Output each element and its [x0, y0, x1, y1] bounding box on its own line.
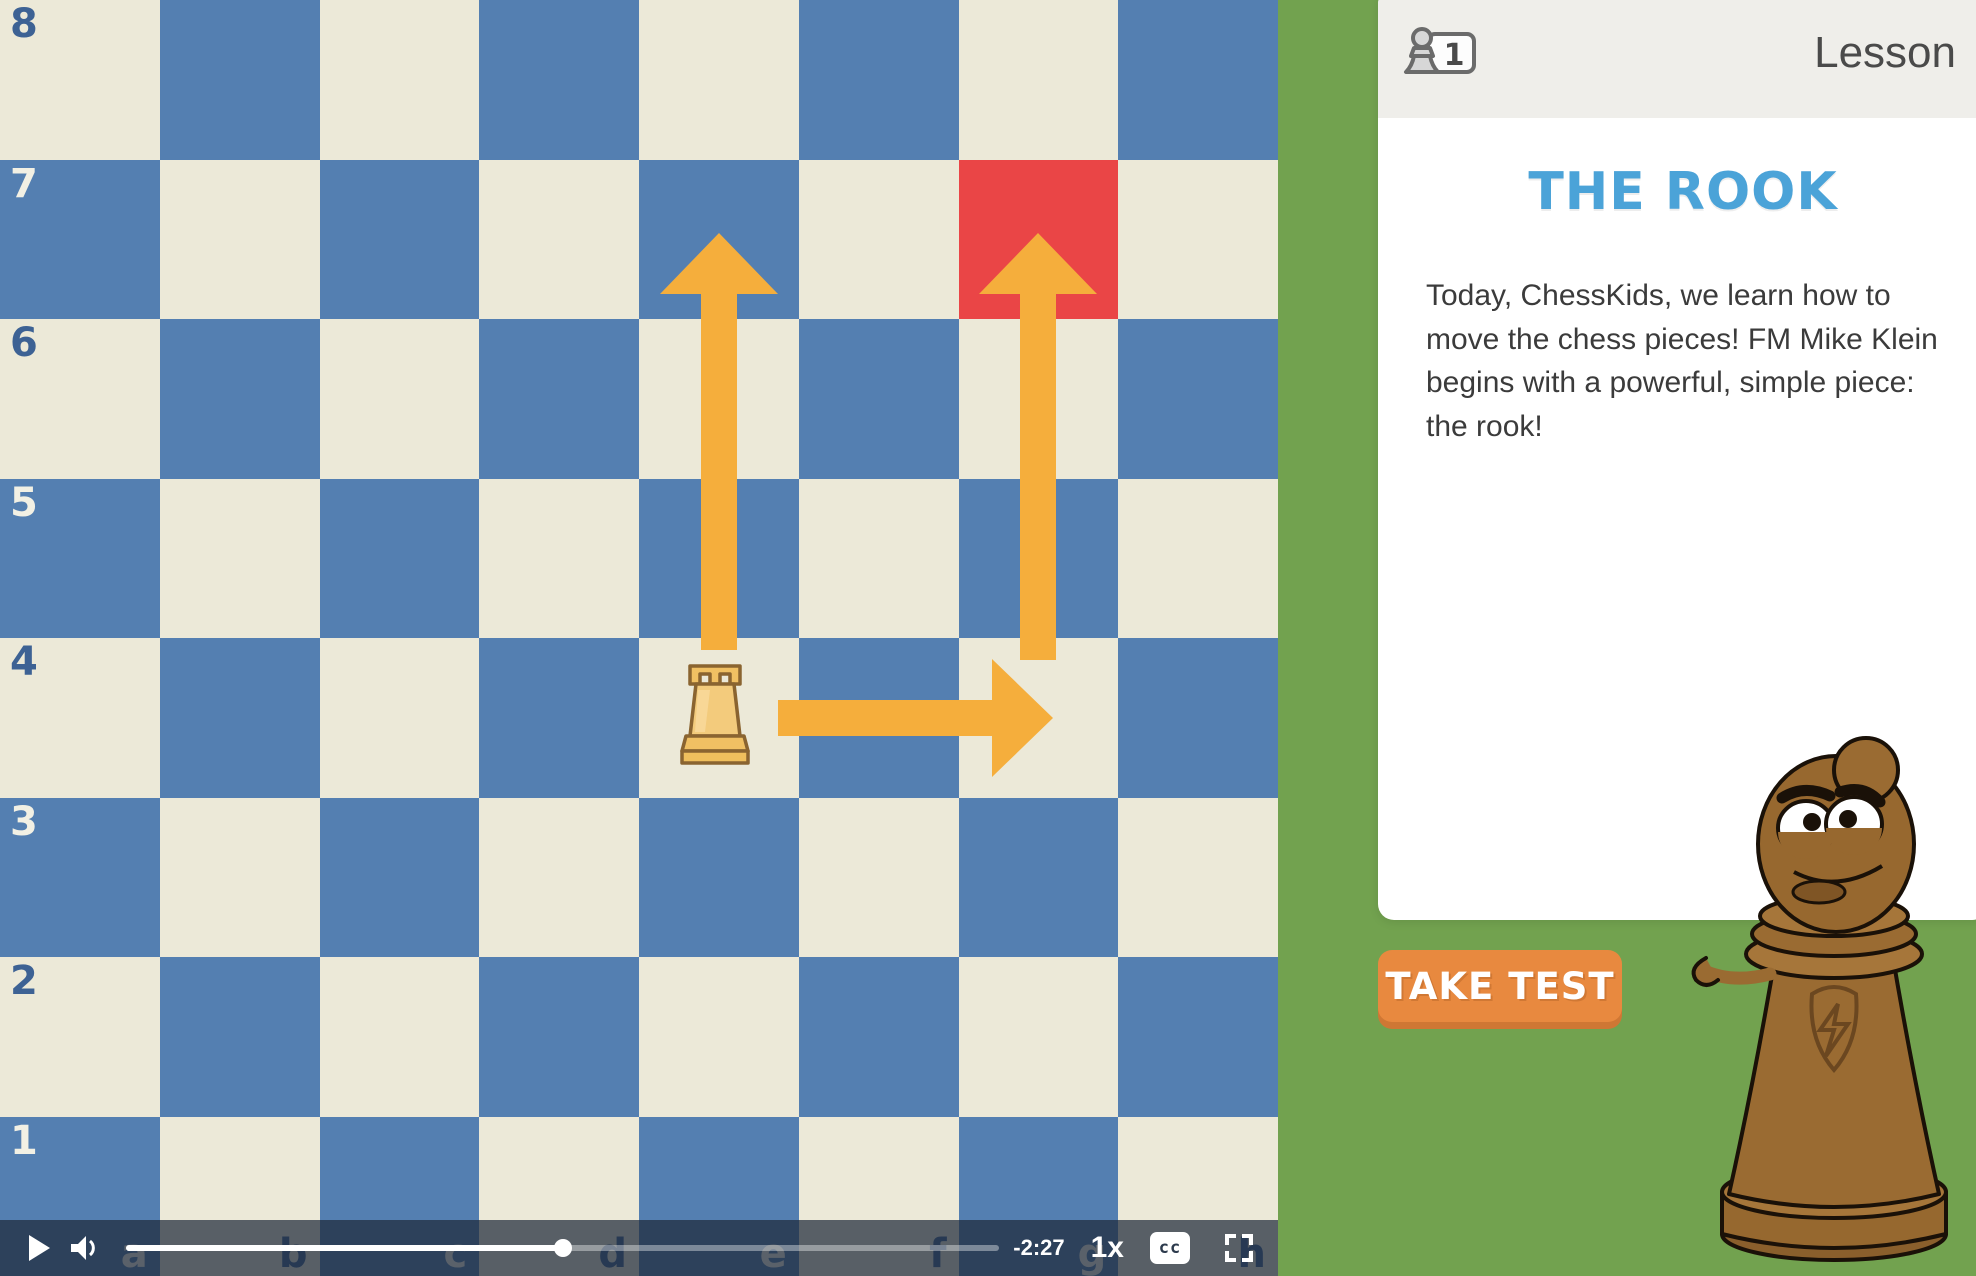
board-square-g6[interactable] [958, 319, 1119, 479]
rank-label-1: 1 [10, 1117, 38, 1164]
white-rook-piece[interactable] [665, 650, 765, 770]
board-square-d3[interactable] [479, 797, 639, 957]
take-test-label: Take Test [1385, 964, 1615, 1008]
play-icon [29, 1235, 50, 1261]
board-square-e2[interactable] [639, 957, 799, 1117]
board-square-b5[interactable] [159, 478, 320, 638]
board-square-a3[interactable]: 3 [0, 797, 160, 957]
rank-label-4: 4 [10, 639, 38, 685]
board-square-c4[interactable] [319, 638, 480, 798]
board-square-d6[interactable] [479, 319, 639, 479]
rank-label-7: 7 [10, 160, 38, 207]
progress-fill [126, 1245, 563, 1251]
lesson-title: The Rook [1528, 162, 1838, 222]
board-square-h6[interactable] [1118, 319, 1278, 479]
board-square-d8[interactable] [479, 0, 639, 160]
board-square-c2[interactable] [319, 957, 480, 1117]
lesson-description: Today, ChessKids, we learn how to move t… [1426, 279, 1938, 443]
board-square-e3[interactable] [639, 797, 799, 957]
chess-board[interactable]: 87654321abcdefgh [0, 0, 1278, 1276]
board-square-d4[interactable] [479, 638, 639, 798]
board-square-g5[interactable] [958, 478, 1119, 638]
board-square-f4[interactable] [798, 638, 959, 798]
board-square-b7[interactable] [159, 159, 320, 319]
lesson-card-header: 1 Lesson [1378, 0, 1976, 118]
board-square-h2[interactable] [1118, 957, 1278, 1117]
board-square-a8[interactable]: 8 [0, 0, 160, 160]
board-square-c6[interactable] [319, 319, 480, 479]
progress-handle[interactable] [553, 1239, 572, 1257]
video-control-bar[interactable]: -2:27 1x cc [0, 1220, 1278, 1276]
fullscreen-button[interactable] [1216, 1225, 1262, 1271]
board-square-e8[interactable] [639, 0, 799, 160]
board-square-g2[interactable] [958, 957, 1119, 1117]
rank-label-8: 8 [10, 1, 38, 47]
lesson-badge-number: 1 [1444, 38, 1465, 73]
board-square-d5[interactable] [479, 478, 639, 638]
rank-label-3: 3 [10, 798, 38, 845]
board-square-a7[interactable]: 7 [0, 159, 160, 319]
board-square-b2[interactable] [159, 957, 320, 1117]
volume-icon [71, 1236, 95, 1260]
board-square-d7[interactable] [479, 159, 639, 319]
board-square-a6[interactable]: 6 [0, 319, 160, 479]
board-square-c7[interactable] [319, 159, 480, 319]
board-square-h5[interactable] [1118, 478, 1278, 638]
board-square-a2[interactable]: 2 [0, 957, 160, 1117]
rank-label-5: 5 [10, 479, 38, 526]
playback-speed-button[interactable]: 1x [1091, 1231, 1124, 1265]
board-square-f8[interactable] [798, 0, 959, 160]
rank-label-2: 2 [10, 958, 38, 1004]
board-square-e5[interactable] [639, 478, 799, 638]
board-square-h4[interactable] [1118, 638, 1278, 798]
board-square-b3[interactable] [159, 797, 320, 957]
board-square-b4[interactable] [159, 638, 320, 798]
board-square-d2[interactable] [479, 957, 639, 1117]
board-square-c8[interactable] [319, 0, 480, 160]
board-square-h8[interactable] [1118, 0, 1278, 160]
rank-label-6: 6 [10, 320, 38, 366]
board-square-f5[interactable] [798, 478, 959, 638]
board-square-g7[interactable] [958, 159, 1119, 319]
lesson-number-badge-icon: 1 [1404, 27, 1476, 74]
lesson-sidebar: 1 Lesson The Rook Today, ChessKids, we l… [1278, 0, 1976, 1276]
chess-pawn-mascot [1691, 736, 1948, 1262]
board-square-b6[interactable] [159, 319, 320, 479]
board-square-a5[interactable]: 5 [0, 478, 160, 638]
board-square-g3[interactable] [958, 797, 1119, 957]
board-square-c5[interactable] [319, 478, 480, 638]
board-square-e6[interactable] [639, 319, 799, 479]
volume-button[interactable] [62, 1225, 108, 1271]
board-square-a4[interactable]: 4 [0, 638, 160, 798]
cc-label: cc [1158, 1238, 1182, 1258]
closed-captions-button[interactable]: cc [1150, 1232, 1190, 1264]
video-progress-slider[interactable] [126, 1225, 1000, 1271]
board-square-h3[interactable] [1118, 797, 1278, 957]
board-square-g4[interactable] [958, 638, 1119, 798]
board-square-f2[interactable] [798, 957, 959, 1117]
board-square-b8[interactable] [159, 0, 320, 160]
lesson-card-header-title: Lesson [1814, 28, 1956, 77]
lesson-card-body: The Rook Today, ChessKids, we learn how … [1378, 118, 1976, 448]
fullscreen-icon [1225, 1234, 1253, 1262]
time-remaining-label: -2:27 [1013, 1235, 1065, 1260]
board-square-f7[interactable] [798, 159, 959, 319]
board-square-e7[interactable] [639, 159, 799, 319]
board-square-f6[interactable] [798, 319, 959, 479]
play-button[interactable] [16, 1225, 62, 1271]
chess-lesson-screen: 87654321abcdefgh [0, 0, 1976, 1276]
take-test-button[interactable]: Take Test [1378, 950, 1622, 1022]
board-square-h7[interactable] [1118, 159, 1278, 319]
board-square-g8[interactable] [958, 0, 1119, 160]
board-square-f3[interactable] [798, 797, 959, 957]
board-square-c3[interactable] [319, 797, 480, 957]
